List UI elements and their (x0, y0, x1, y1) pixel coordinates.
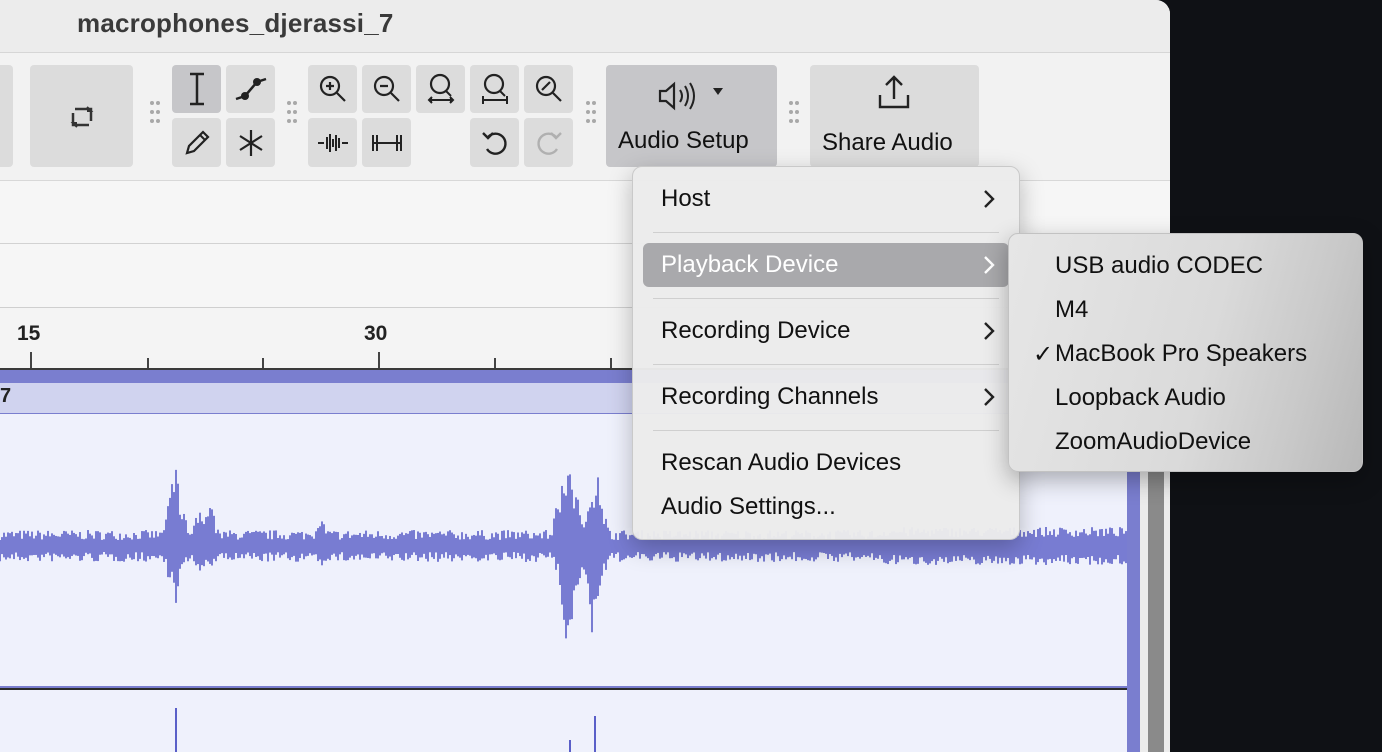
menu-item-recording-device[interactable]: Recording Device (643, 309, 1009, 353)
toolbar-grip[interactable] (586, 101, 596, 129)
share-audio-label: Share Audio (822, 129, 953, 156)
menu-item-recording-channels[interactable]: Recording Channels (643, 375, 1009, 419)
fit-project-icon (478, 72, 512, 106)
ruler-label: 30 (364, 322, 388, 345)
share-icon (874, 73, 914, 113)
trim-button[interactable] (308, 118, 357, 167)
checkmark-icon: ✓ (1033, 341, 1054, 368)
clip-name: 7 (0, 385, 12, 407)
loop-icon (65, 99, 99, 133)
draw-tool-icon (181, 127, 213, 159)
menu-separator (653, 430, 999, 431)
device-item-label: USB audio CODEC (1055, 252, 1264, 279)
share-audio-button[interactable]: Share Audio (810, 65, 979, 167)
trim-icon (316, 131, 350, 155)
menu-item-host[interactable]: Host (643, 177, 1009, 221)
speaker-icon (656, 79, 702, 113)
device-item-zoomaudiodevice[interactable]: ZoomAudioDevice (1019, 422, 1352, 462)
ruler-tick (30, 352, 32, 368)
menu-item-label: Audio Settings... (661, 493, 836, 520)
audio-setup-label: Audio Setup (618, 127, 749, 154)
menu-separator (653, 232, 999, 233)
menu-item-label: Rescan Audio Devices (661, 449, 902, 476)
zoom-toggle-icon (533, 73, 565, 105)
device-item-label: MacBook Pro Speakers (1055, 340, 1308, 367)
fit-selection-icon (424, 72, 458, 106)
device-item-macbook-pro-speakers[interactable]: ✓ MacBook Pro Speakers (1019, 334, 1352, 374)
selection-tool-icon (182, 71, 212, 107)
device-item-m4[interactable]: M4 (1019, 290, 1352, 330)
window-title: macrophones_djerassi_7 (77, 8, 394, 38)
chevron-right-icon (983, 387, 995, 412)
envelope-tool-icon (233, 74, 269, 104)
device-item-loopback-audio[interactable]: Loopback Audio (1019, 378, 1352, 418)
multi-tool-button[interactable] (226, 118, 275, 167)
menu-item-playback-device[interactable]: Playback Device (643, 243, 1009, 287)
zoom-out-icon (371, 73, 403, 105)
audio-setup-button[interactable]: Audio Setup (606, 65, 777, 167)
undo-icon (479, 127, 511, 159)
redo-button[interactable] (524, 118, 573, 167)
partial-button[interactable] (0, 65, 13, 167)
menu-item-audio-settings[interactable]: Audio Settings... (643, 485, 1009, 529)
menu-item-label: Playback Device (661, 251, 839, 278)
audio-setup-menu: Host Playback Device Recording Device Re… (632, 166, 1020, 540)
waveform-channel-2[interactable] (0, 688, 1127, 752)
ruler-tick (610, 358, 612, 368)
chevron-right-icon (983, 255, 995, 280)
chevron-right-icon (983, 189, 995, 214)
toolbar-grip[interactable] (789, 101, 799, 129)
fit-project-button[interactable] (470, 65, 519, 113)
waveform (175, 708, 596, 752)
selection-tool-button[interactable] (172, 65, 221, 113)
zoom-in-button[interactable] (308, 65, 357, 113)
ruler-tick (147, 358, 149, 368)
toolbar-grip[interactable] (150, 101, 160, 129)
ruler-tick (262, 358, 264, 368)
ruler-tick (378, 352, 380, 368)
title-bar: macrophones_djerassi_7 (0, 0, 1170, 53)
zoom-in-icon (317, 73, 349, 105)
playback-device-submenu: USB audio CODEC M4 ✓ MacBook Pro Speaker… (1008, 233, 1363, 472)
undo-button[interactable] (470, 118, 519, 167)
device-item-label: M4 (1055, 296, 1089, 323)
fit-selection-button[interactable] (416, 65, 465, 113)
chevron-down-icon (712, 87, 724, 97)
menu-item-label: Recording Device (661, 317, 851, 344)
device-item-usb-audio-codec[interactable]: USB audio CODEC (1019, 246, 1352, 286)
menu-item-rescan-audio-devices[interactable]: Rescan Audio Devices (643, 441, 1009, 485)
toolbar-grip[interactable] (287, 101, 297, 129)
device-item-label: ZoomAudioDevice (1055, 428, 1252, 455)
chevron-right-icon (983, 321, 995, 346)
menu-item-label: Host (661, 185, 711, 212)
silence-button[interactable] (362, 118, 411, 167)
multi-tool-icon (235, 127, 267, 159)
toolbar: Audio Setup Share Audio (0, 53, 1170, 181)
envelope-tool-button[interactable] (226, 65, 275, 113)
menu-separator (653, 364, 999, 365)
menu-separator (653, 298, 999, 299)
redo-icon (533, 127, 565, 159)
ruler-label: 15 (17, 322, 41, 345)
draw-tool-button[interactable] (172, 118, 221, 167)
device-item-label: Loopback Audio (1055, 384, 1226, 411)
loop-button[interactable] (30, 65, 133, 167)
zoom-out-button[interactable] (362, 65, 411, 113)
zoom-toggle-button[interactable] (524, 65, 573, 113)
silence-icon (370, 131, 404, 155)
menu-item-label: Recording Channels (661, 383, 879, 410)
ruler-tick (494, 358, 496, 368)
